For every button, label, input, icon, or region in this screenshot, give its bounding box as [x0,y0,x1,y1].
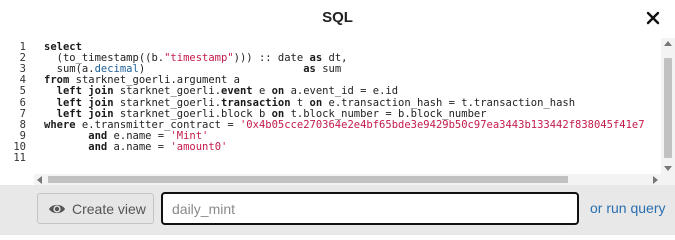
code-line: and a.name = 'amount0' [44,140,228,153]
close-icon[interactable] [645,10,661,26]
vertical-scroll-thumb[interactable] [664,58,672,158]
dialog-header: SQL [0,0,675,38]
dialog-footer: Create view or run query [0,185,675,235]
eye-icon [48,202,66,216]
line-number: 11 [13,152,26,164]
scroll-down-arrow-icon[interactable] [664,166,672,171]
vertical-scrollbar[interactable] [661,38,675,174]
dialog-title: SQL [322,9,353,26]
code-token: as [303,63,316,76]
scroll-right-arrow-icon[interactable] [653,176,658,184]
create-view-button[interactable]: Create view [37,193,154,224]
scrollbar-corner [661,174,675,185]
create-view-label: Create view [72,201,146,217]
view-name-input[interactable] [161,192,579,225]
sql-editor[interactable]: 1 2 3 4 5 6 7 8 9 10 11 select (to_timestamp((b."t… [0,38,675,185]
line-number: 5 [19,85,26,98]
code-token: 'amount0' [170,140,228,153]
line-number: 6 [19,96,26,109]
horizontal-scroll-thumb[interactable] [48,176,568,183]
scroll-up-arrow-icon[interactable] [664,41,672,46]
code-token: '0x4b05cce270364e2e4bf65bde3e9429b50c97e… [239,118,645,131]
scroll-left-arrow-icon[interactable] [37,176,42,184]
sql-dialog: SQL 1 2 3 4 5 6 7 8 9 10 11 select (to_timestamp((… [0,0,675,235]
code-token: and [88,140,108,153]
line-number-gutter: 1 2 3 4 5 6 7 8 9 10 11 [0,38,34,185]
code-token: a.name = [107,140,171,153]
run-query-link[interactable]: or run query [590,200,665,216]
code-area[interactable]: select (to_timestamp((b."timestamp"))) :… [44,38,661,174]
code-token: sum [315,63,342,76]
horizontal-scrollbar[interactable] [34,174,661,185]
